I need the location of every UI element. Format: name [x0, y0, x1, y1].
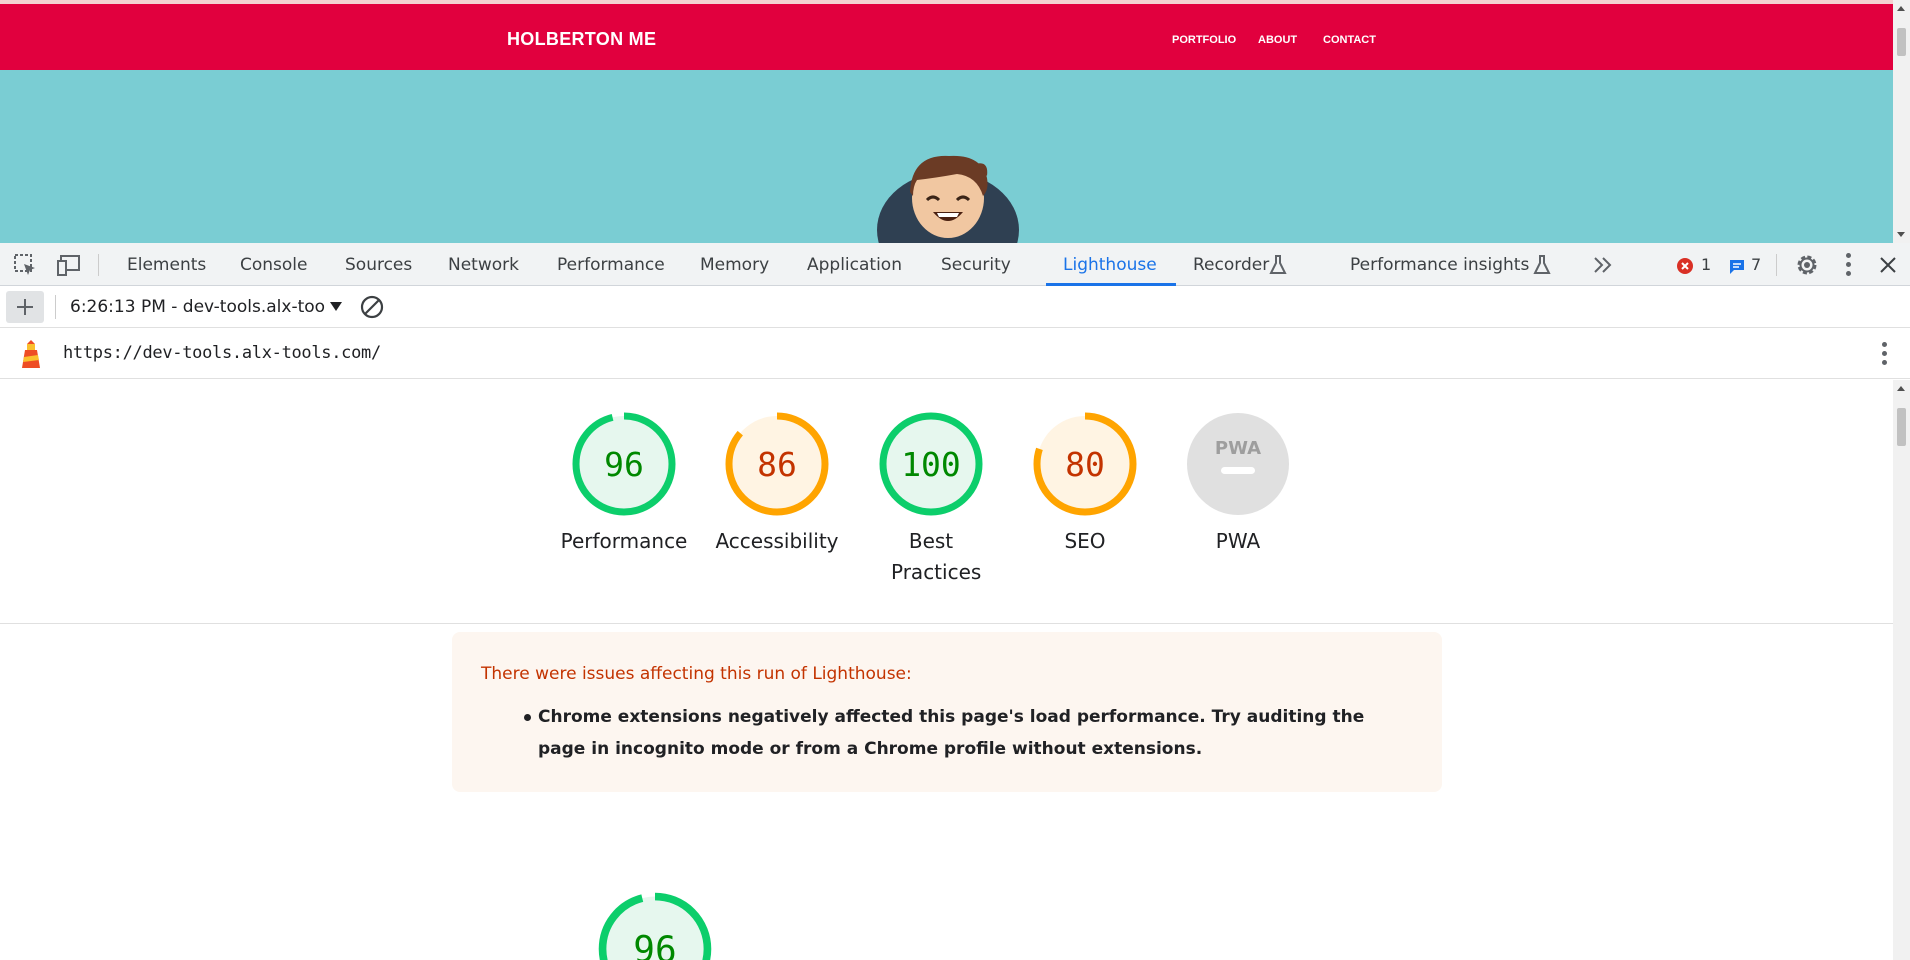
- scroll-down-arrow-icon[interactable]: [1897, 232, 1905, 237]
- scroll-up-arrow-icon[interactable]: [1897, 386, 1905, 391]
- report-url[interactable]: https://dev-tools.alx-tools.com/: [63, 343, 381, 363]
- tab-performance-insights[interactable]: Performance insights: [1350, 255, 1529, 275]
- gauge-score-value: 96: [633, 929, 676, 960]
- site-header: HOLBERTON ME PORTFOLIO ABOUT CONTACT: [0, 4, 1893, 70]
- website-viewport: HOLBERTON ME PORTFOLIO ABOUT CONTACT: [0, 0, 1893, 243]
- gauge-label: Performance: [560, 529, 688, 553]
- screen: HOLBERTON ME PORTFOLIO ABOUT CONTACT Ele…: [0, 0, 1910, 960]
- close-devtools-icon[interactable]: [1878, 255, 1898, 275]
- error-icon[interactable]: [1676, 257, 1694, 275]
- toolbar-separator: [55, 295, 56, 319]
- lighthouse-report: 96 Performance 86 Accessibility 100 Best Prac…: [0, 380, 1893, 960]
- score-gauge-performance[interactable]: 96 Performance: [554, 410, 694, 557]
- toolbar-separator: [1776, 254, 1777, 276]
- gauge-ring: 100: [879, 412, 983, 516]
- report-menu-icon[interactable]: [1882, 342, 1888, 368]
- tab-elements[interactable]: Elements: [127, 255, 206, 275]
- scrollbar-thumb[interactable]: [1897, 28, 1906, 56]
- gauge-label: Best Practices: [891, 529, 982, 584]
- gauge-ring: PWA: [1187, 413, 1289, 515]
- tab-sources[interactable]: Sources: [345, 255, 412, 275]
- report-divider: [0, 623, 1893, 624]
- pwa-dash-icon: [1221, 467, 1255, 474]
- gauge-ring: 80: [1033, 412, 1137, 516]
- experimental-flask-icon: [1269, 255, 1287, 274]
- gauge-score-value: 96: [604, 445, 644, 484]
- gauge-label: SEO: [1064, 529, 1106, 553]
- run-warning-box: There were issues affecting this run of …: [452, 632, 1442, 792]
- gauge-score-value: 100: [901, 445, 961, 484]
- score-gauge-best-practices[interactable]: 100 Best Practices: [861, 410, 1001, 588]
- pwa-badge-background: [1187, 413, 1289, 515]
- gauge-score-value: 86: [757, 445, 797, 484]
- tab-lighthouse[interactable]: Lighthouse: [1063, 255, 1157, 275]
- gauge-label: Accessibility: [715, 529, 839, 553]
- score-gauge-seo[interactable]: 80 SEO: [1015, 410, 1155, 557]
- warning-item-text: Chrome extensions negatively affected th…: [538, 707, 1365, 759]
- settings-gear-icon[interactable]: [1794, 252, 1820, 278]
- performance-detail-gauge-ring[interactable]: 96: [585, 890, 725, 960]
- toolbar-separator: [98, 254, 99, 276]
- error-count[interactable]: 1: [1701, 255, 1711, 274]
- report-url-row: https://dev-tools.alx-tools.com/: [0, 329, 1910, 379]
- gauge-ring: 96: [598, 892, 712, 960]
- nav-portfolio[interactable]: PORTFOLIO: [1172, 34, 1236, 46]
- report-select[interactable]: 6:26:13 PM - dev-tools.alx-too: [70, 297, 325, 317]
- more-options-icon[interactable]: [1846, 253, 1852, 279]
- message-count[interactable]: 7: [1751, 255, 1761, 274]
- lighthouse-logo-icon: [22, 340, 40, 368]
- more-tabs-chevron-icon[interactable]: [1592, 255, 1614, 275]
- website-scrollbar[interactable]: [1893, 0, 1910, 243]
- device-toolbar-icon[interactable]: [56, 252, 82, 278]
- nav-contact[interactable]: CONTACT: [1323, 34, 1376, 46]
- score-gauge-accessibility[interactable]: 86 Accessibility: [707, 410, 847, 557]
- tab-security[interactable]: Security: [941, 255, 1011, 275]
- tab-memory[interactable]: Memory: [700, 255, 769, 275]
- tab-console[interactable]: Console: [240, 255, 308, 275]
- gauge-ring: 96: [572, 412, 676, 516]
- site-logo[interactable]: HOLBERTON ME: [507, 29, 656, 50]
- tab-application[interactable]: Application: [807, 255, 902, 275]
- lighthouse-toolbar: 6:26:13 PM - dev-tools.alx-too: [0, 286, 1910, 328]
- report-scrollbar[interactable]: [1893, 380, 1910, 960]
- message-icon[interactable]: [1728, 258, 1746, 276]
- pwa-logo-text: PWA: [1215, 438, 1261, 459]
- scroll-up-arrow-icon[interactable]: [1897, 6, 1905, 11]
- tab-recorder[interactable]: Recorder: [1193, 255, 1269, 275]
- tab-network[interactable]: Network: [448, 255, 519, 275]
- devtools-tabbar: Elements Console Sources Network Perform…: [0, 243, 1910, 286]
- chevron-down-icon[interactable]: [330, 302, 342, 311]
- warning-item: Chrome extensions negatively affected th…: [510, 701, 1370, 765]
- scrollbar-thumb[interactable]: [1897, 408, 1906, 446]
- inspect-element-icon[interactable]: [12, 252, 38, 278]
- score-gauge-pwa[interactable]: PWA PWA: [1168, 410, 1308, 557]
- gauge-score-value: 80: [1065, 445, 1105, 484]
- nav-about[interactable]: ABOUT: [1258, 34, 1297, 46]
- gauge-label: PWA: [1215, 529, 1261, 553]
- experimental-flask-icon: [1533, 255, 1551, 274]
- avatar-illustration: [877, 155, 1019, 243]
- gauge-ring: 86: [725, 412, 829, 516]
- clear-reports-icon[interactable]: [360, 295, 384, 319]
- new-report-button[interactable]: [6, 291, 44, 323]
- warning-title: There were issues affecting this run of …: [481, 664, 912, 684]
- tab-performance[interactable]: Performance: [557, 255, 665, 275]
